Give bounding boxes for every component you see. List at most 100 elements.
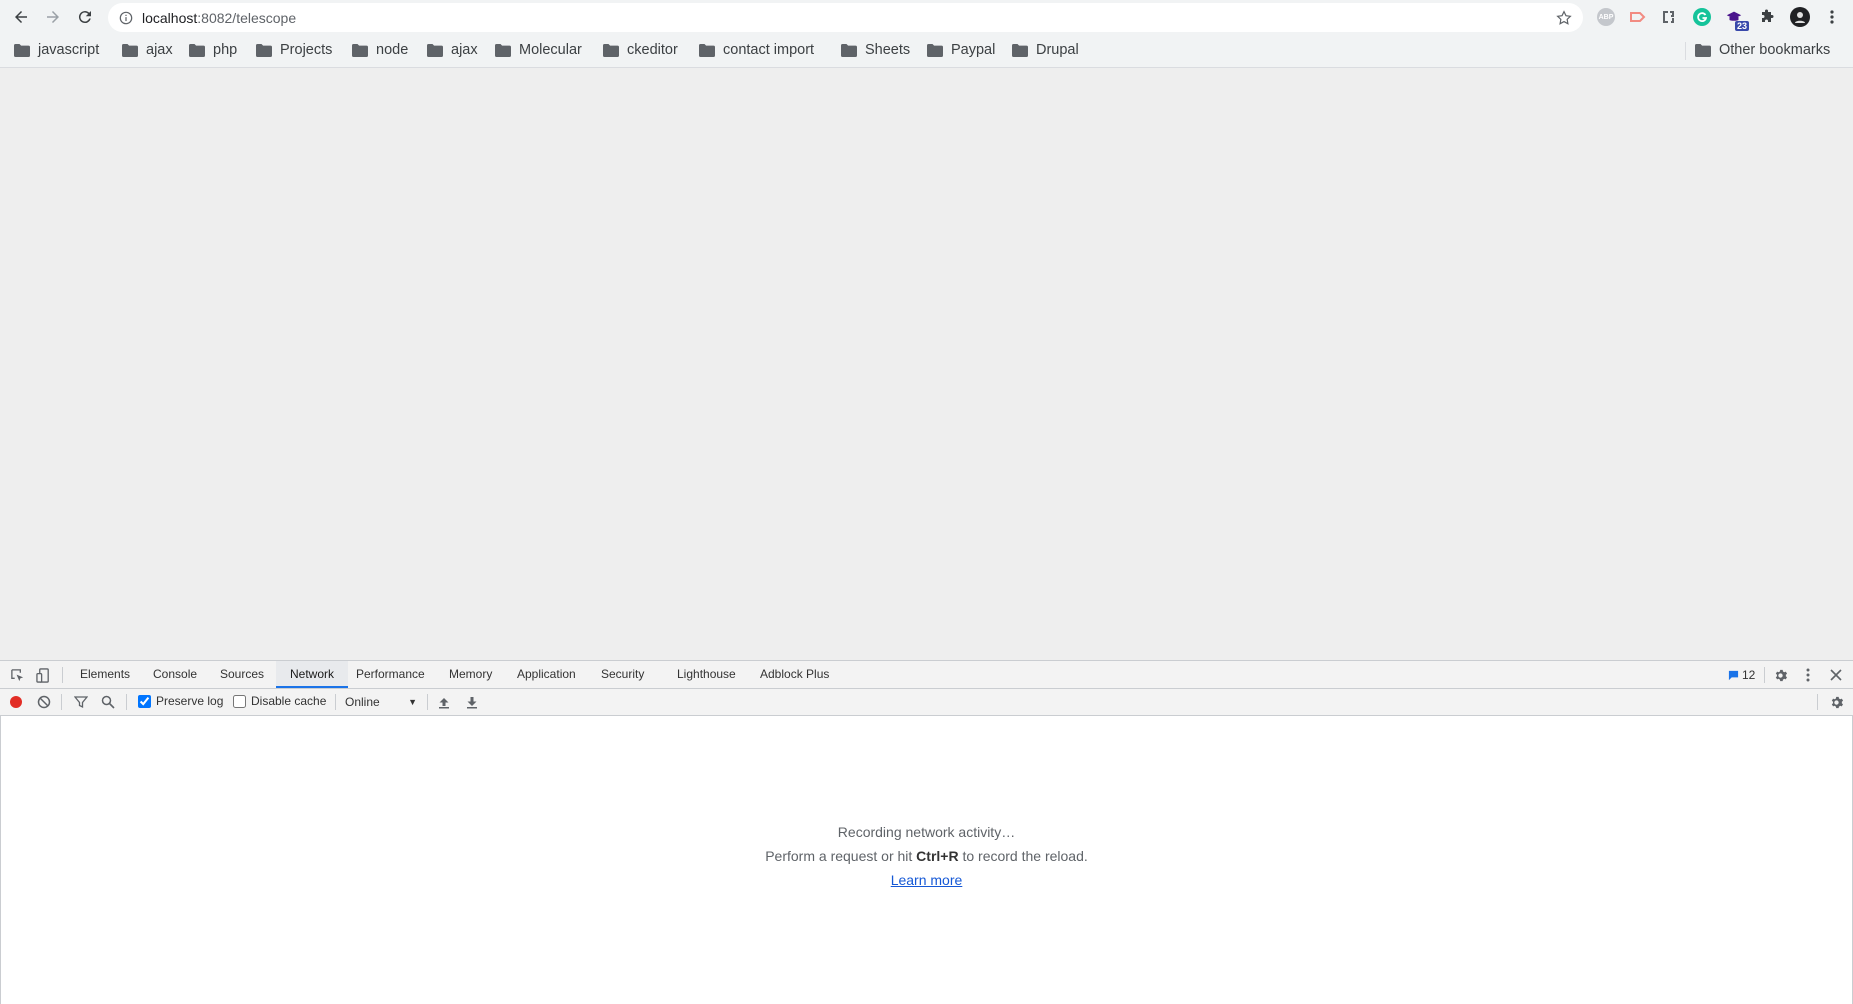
address-bar[interactable]: localhost:8082/telescope (108, 3, 1583, 32)
shortcut-key: Ctrl+R (916, 848, 959, 864)
folder-icon (495, 43, 511, 57)
issues-count: 12 (1742, 668, 1756, 682)
export-har-button[interactable] (463, 693, 481, 711)
tab-security[interactable]: Security (599, 661, 646, 688)
reload-icon (78, 11, 91, 24)
folder-icon (352, 43, 368, 57)
bookmark-folder-drupal[interactable]: Drupal (1012, 40, 1079, 60)
tab-application[interactable]: Application (515, 661, 578, 688)
clear-icon (37, 695, 51, 709)
tab-console[interactable]: Console (151, 661, 199, 688)
search-button[interactable] (99, 693, 117, 711)
bookmark-folder-projects[interactable]: Projects (256, 40, 332, 60)
empty-state: Recording network activity… Perform a re… (1, 820, 1852, 892)
folder-icon (1012, 43, 1028, 57)
bookmark-label: ckeditor (627, 42, 678, 58)
device-toolbar-icon[interactable] (34, 666, 52, 684)
tab-lighthouse[interactable]: Lighthouse (675, 661, 738, 688)
folder-icon (122, 43, 138, 57)
bookmark-folder-php[interactable]: php (189, 40, 237, 60)
folder-icon (427, 43, 443, 57)
grammarly-icon[interactable] (1693, 8, 1711, 26)
tab-network[interactable]: Network (276, 661, 348, 688)
filter-button[interactable] (72, 693, 90, 711)
page-viewport (0, 68, 1853, 660)
close-devtools-icon[interactable] (1827, 666, 1845, 684)
bookmark-star-icon[interactable] (1555, 9, 1573, 27)
bookmark-folder-javascript[interactable]: javascript (14, 40, 99, 60)
record-button[interactable] (7, 693, 25, 711)
bookmark-label: contact import (723, 42, 815, 58)
tab-performance[interactable]: Performance (354, 661, 427, 688)
tab-adblock-plus[interactable]: Adblock Plus (758, 661, 831, 688)
preserve-log-label: Preserve log (156, 694, 224, 708)
back-button[interactable] (9, 5, 33, 29)
bookmark-folder-node[interactable]: node (352, 40, 408, 60)
bookmark-label: Projects (280, 42, 333, 58)
bookmark-folder-ajax-2[interactable]: ajax (427, 40, 478, 60)
extensions-puzzle-icon[interactable] (1758, 8, 1776, 26)
folder-icon (1695, 43, 1711, 57)
menu-icon[interactable] (1823, 8, 1841, 26)
css-icon[interactable] (1660, 8, 1678, 26)
clear-button[interactable] (35, 693, 53, 711)
hint-text-pre: Perform a request or hit (765, 848, 917, 864)
recording-message: Recording network activity… (837, 824, 1016, 840)
tab-sources[interactable]: Sources (218, 661, 266, 688)
disable-cache-checkbox[interactable] (233, 694, 246, 708)
profile-avatar[interactable] (1790, 7, 1810, 27)
tabbar-separator-right (1764, 667, 1765, 683)
settings-gear-icon[interactable] (1771, 666, 1789, 684)
forward-button[interactable] (41, 5, 65, 29)
folder-icon (841, 43, 857, 57)
throttling-select[interactable]: Online ▼ (345, 695, 417, 709)
bookmark-label: ajax (451, 42, 478, 58)
more-options-icon[interactable] (1799, 666, 1817, 684)
other-bookmarks[interactable]: Other bookmarks (1695, 40, 1830, 60)
bookmark-folder-molecular[interactable]: Molecular (495, 40, 582, 60)
import-har-button[interactable] (435, 693, 453, 711)
bookmark-folder-paypal[interactable]: Paypal (927, 40, 995, 60)
folder-icon (603, 43, 619, 57)
tab-elements[interactable]: Elements (78, 661, 132, 688)
site-info-icon[interactable] (118, 10, 134, 26)
toolbar-separator (1817, 694, 1818, 710)
url-text[interactable]: localhost:8082/telescope (142, 10, 296, 26)
bookmark-folder-sheets[interactable]: Sheets (841, 40, 910, 60)
adblock-plus-icon[interactable]: ABP (1597, 8, 1615, 26)
tab-memory[interactable]: Memory (447, 661, 494, 688)
filter-icon (74, 696, 88, 709)
tab-counter-icon[interactable]: 23 (1725, 8, 1749, 31)
issues-counter[interactable]: 12 (1728, 668, 1755, 682)
devtools-panel: Elements Console Sources Network Perform… (0, 660, 1853, 1004)
reload-hint: Perform a request or hit Ctrl+R to recor… (1, 844, 1852, 868)
folder-icon (189, 43, 205, 57)
bookmarks-divider (1685, 42, 1686, 60)
bookmark-label: php (213, 42, 238, 58)
bookmark-label: ajax (146, 42, 173, 58)
network-settings-gear-icon[interactable] (1827, 693, 1845, 711)
browser-toolbar: localhost:8082/telescope ABP 23 (0, 0, 1853, 34)
chevron-down-icon: ▼ (408, 697, 417, 707)
network-log-area: Recording network activity… Perform a re… (0, 716, 1853, 1004)
download-icon (467, 696, 477, 708)
bookmark-folder-ajax[interactable]: ajax (122, 40, 173, 60)
bookmark-folder-contact-import[interactable]: contact import (699, 40, 814, 60)
reload-button[interactable] (73, 5, 97, 29)
cast-icon[interactable] (1628, 8, 1646, 26)
network-toolbar: Preserve log Disable cache Online ▼ (0, 689, 1853, 716)
url-host: localhost (142, 9, 198, 26)
url-path: :8082/telescope (197, 9, 297, 26)
inspect-element-icon[interactable] (8, 666, 26, 684)
preserve-log-option[interactable]: Preserve log (138, 694, 223, 708)
bookmark-label: Paypal (951, 42, 996, 58)
preserve-log-checkbox[interactable] (138, 694, 151, 708)
arrow-left-icon (15, 11, 27, 23)
toolbar-separator (126, 694, 127, 710)
disable-cache-option[interactable]: Disable cache (233, 694, 326, 708)
toolbar-separator (335, 694, 336, 710)
upload-icon (439, 697, 449, 708)
learn-more-link[interactable]: Learn more (891, 872, 963, 888)
hint-text-post: to record the reload. (958, 848, 1088, 864)
bookmark-folder-ckeditor[interactable]: ckeditor (603, 40, 678, 60)
